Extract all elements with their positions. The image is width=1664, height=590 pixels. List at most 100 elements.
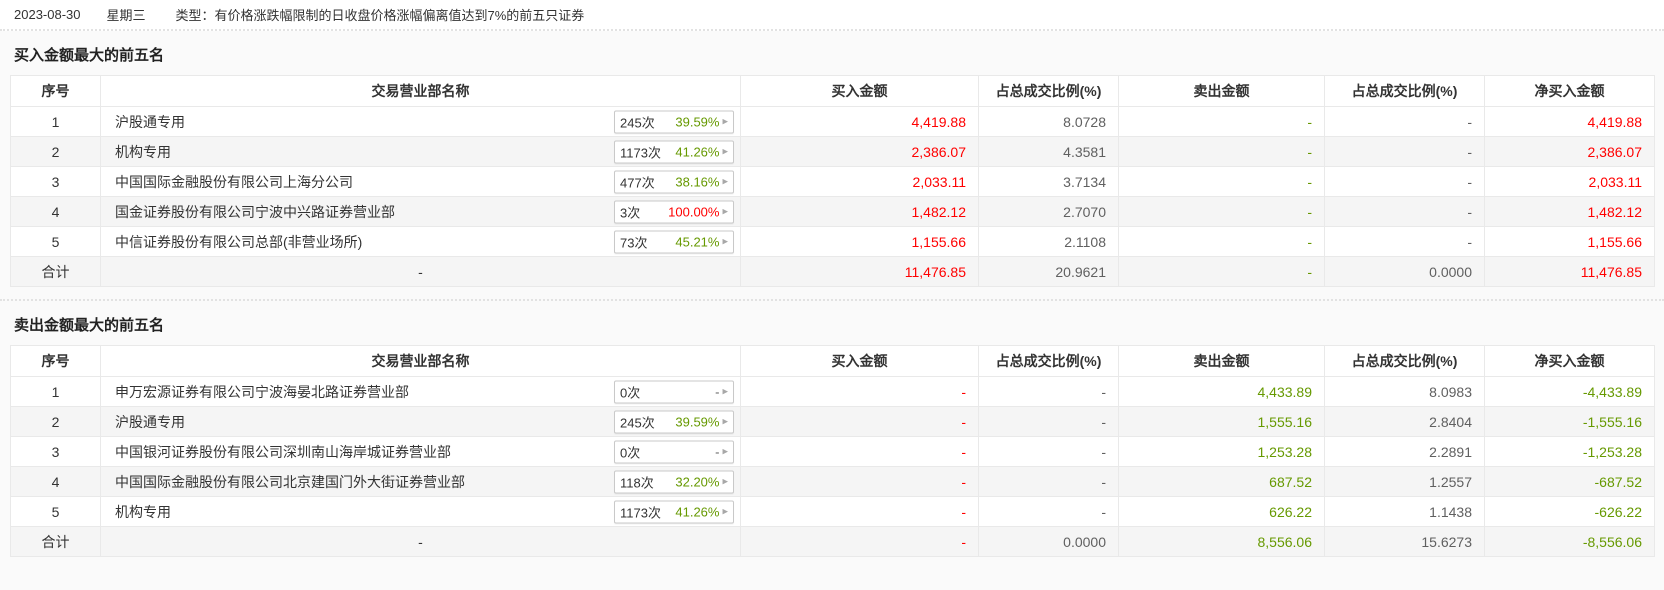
- branch-name: -: [418, 263, 423, 280]
- win-rate-percent: 100.00%: [668, 204, 720, 219]
- win-rate-percent: -: [715, 384, 720, 399]
- table-row: 5 中信证券股份有限公司总部(非营业场所) 73次 45.21% ▸ 1,155.66 2.…: [10, 226, 1655, 257]
- row-index: 3: [10, 166, 101, 197]
- branch-stats-badge[interactable]: 477次 38.16% ▸: [614, 170, 734, 193]
- branch-stats-badge[interactable]: 1173次 41.26% ▸: [614, 140, 734, 163]
- buy-amount-cell: 2,033.11: [740, 166, 979, 197]
- branch-name-cell: 中国银河证券股份有限公司深圳南山海岸城证券营业部 0次 - ▸: [100, 436, 741, 467]
- branch-name[interactable]: 申万宏源证券有限公司宁波海晏北路证券营业部: [115, 384, 409, 400]
- column-header: 交易营业部名称: [100, 345, 741, 377]
- sell-amount-cell: -: [1118, 106, 1325, 137]
- buy-ratio-cell: 2.1108: [978, 226, 1119, 257]
- branch-name[interactable]: 机构专用: [115, 144, 171, 160]
- win-rate-percent: -: [715, 444, 720, 459]
- buy-section: 买入金额最大的前五名 序号 交易营业部名称 买入金额 占总成交比例(%) 卖出金额 占总成…: [0, 31, 1664, 287]
- column-header: 净买入金额: [1484, 75, 1655, 107]
- table-row: 3 中国银河证券股份有限公司深圳南山海岸城证券营业部 0次 - ▸ - -1,253.28 2…: [10, 436, 1655, 467]
- branch-name-cell: 沪股通专用 245次 39.59% ▸: [100, 106, 741, 137]
- sell-amount-cell: 4,433.89: [1118, 376, 1325, 407]
- branch-stats-badge[interactable]: 118次 32.20% ▸: [614, 470, 734, 493]
- buy-ratio-cell: -: [978, 466, 1119, 497]
- branch-name-cell: 国金证券股份有限公司宁波中兴路证券营业部 3次 100.00% ▸: [100, 196, 741, 227]
- buy-table: 序号 交易营业部名称 买入金额 占总成交比例(%) 卖出金额 占总成交比例(%) 净买入金额…: [10, 75, 1655, 287]
- branch-stats-badge[interactable]: 245次 39.59% ▸: [614, 410, 734, 433]
- column-header: 占总成交比例(%): [978, 345, 1119, 377]
- branch-name[interactable]: 中国银河证券股份有限公司深圳南山海岸城证券营业部: [115, 444, 451, 460]
- chevron-right-icon: ▸: [722, 415, 728, 427]
- buy-ratio-cell: 4.3581: [978, 136, 1119, 167]
- chevron-right-icon: ▸: [722, 145, 728, 157]
- branch-name[interactable]: 沪股通专用: [115, 114, 185, 130]
- row-index: 4: [10, 196, 101, 227]
- sell-section-title: 卖出金额最大的前五名: [14, 317, 165, 334]
- date-text: 2023-08-30: [14, 7, 81, 22]
- sell-amount-cell: -: [1118, 196, 1325, 227]
- sell-ratio-cell: -: [1324, 106, 1485, 137]
- buy-ratio-cell: -: [978, 406, 1119, 437]
- branch-stats-badge[interactable]: 0次 - ▸: [614, 440, 734, 463]
- appearance-count: 118次: [620, 475, 654, 490]
- appearance-count: 245次: [620, 115, 655, 130]
- sell-ratio-cell: 8.0983: [1324, 376, 1485, 407]
- column-header: 交易营业部名称: [100, 75, 741, 107]
- appearance-count: 73次: [620, 235, 648, 250]
- chevron-right-icon: ▸: [722, 205, 728, 217]
- table-row: 4 国金证券股份有限公司宁波中兴路证券营业部 3次 100.00% ▸ 1,482.12 2…: [10, 196, 1655, 227]
- top-info-bar: 2023-08-30 星期三 类型：有价格涨跌幅限制的日收盘价格涨幅偏离值达到7…: [0, 0, 1664, 31]
- table-row: 1 申万宏源证券有限公司宁波海晏北路证券营业部 0次 - ▸ - -4,433.89 8.09…: [10, 376, 1655, 407]
- appearance-count: 3次: [620, 205, 641, 220]
- column-header: 卖出金额: [1118, 75, 1325, 107]
- appearance-count: 1173次: [620, 505, 661, 520]
- win-rate-percent: 32.20%: [675, 474, 720, 489]
- sell-ratio-cell: 2.8404: [1324, 406, 1485, 437]
- branch-stats-badge[interactable]: 73次 45.21% ▸: [614, 230, 734, 253]
- net-buy-cell: -1,253.28: [1484, 436, 1655, 467]
- branch-stats-badge[interactable]: 245次 39.59% ▸: [614, 110, 734, 133]
- buy-amount-cell: 1,155.66: [740, 226, 979, 257]
- branch-name[interactable]: 中国国际金融股份有限公司上海分公司: [115, 174, 353, 190]
- net-buy-cell: -4,433.89: [1484, 376, 1655, 407]
- branch-name[interactable]: 沪股通专用: [115, 414, 185, 430]
- net-buy-cell: 4,419.88: [1484, 106, 1655, 137]
- buy-amount-cell: 1,482.12: [740, 196, 979, 227]
- net-buy-cell: 1,155.66: [1484, 226, 1655, 257]
- branch-name[interactable]: 国金证券股份有限公司宁波中兴路证券营业部: [115, 204, 395, 220]
- branch-name[interactable]: 中信证券股份有限公司总部(非营业场所): [115, 234, 362, 250]
- net-buy-cell: -687.52: [1484, 466, 1655, 497]
- column-header: 买入金额: [740, 75, 979, 107]
- branch-name[interactable]: 机构专用: [115, 504, 171, 520]
- sell-section: 卖出金额最大的前五名 序号 交易营业部名称 买入金额 占总成交比例(%) 卖出金额 占总成…: [0, 299, 1664, 557]
- chevron-right-icon: ▸: [722, 505, 728, 517]
- sell-amount-cell: 1,253.28: [1118, 436, 1325, 467]
- column-header: 序号: [10, 345, 101, 377]
- sell-ratio-cell: -: [1324, 136, 1485, 167]
- buy-amount-cell: -: [740, 466, 979, 497]
- win-rate-percent: 45.21%: [675, 234, 720, 249]
- chevron-right-icon: ▸: [722, 175, 728, 187]
- appearance-count: 477次: [620, 175, 655, 190]
- chevron-right-icon: ▸: [722, 235, 728, 247]
- branch-stats-badge[interactable]: 3次 100.00% ▸: [614, 200, 734, 223]
- appearance-count: 0次: [620, 385, 641, 400]
- sell-ratio-cell: 15.6273: [1324, 526, 1485, 557]
- sell-ratio-cell: -: [1324, 226, 1485, 257]
- sell-ratio-cell: 1.1438: [1324, 496, 1485, 527]
- sell-amount-cell: 687.52: [1118, 466, 1325, 497]
- branch-name[interactable]: 中国国际金融股份有限公司北京建国门外大街证券营业部: [115, 474, 465, 490]
- branch-name: -: [418, 533, 423, 550]
- buy-amount-cell: -: [740, 376, 979, 407]
- appearance-count: 245次: [620, 415, 655, 430]
- branch-stats-badge[interactable]: 0次 - ▸: [614, 380, 734, 403]
- buy-amount-cell: 2,386.07: [740, 136, 979, 167]
- column-header: 占总成交比例(%): [978, 75, 1119, 107]
- branch-stats-badge[interactable]: 1173次 41.26% ▸: [614, 500, 734, 523]
- column-header: 序号: [10, 75, 101, 107]
- buy-amount-cell: 11,476.85: [740, 256, 979, 287]
- branch-name-cell: 中信证券股份有限公司总部(非营业场所) 73次 45.21% ▸: [100, 226, 741, 257]
- branch-name-cell: 机构专用 1173次 41.26% ▸: [100, 496, 741, 527]
- net-buy-cell: -8,556.06: [1484, 526, 1655, 557]
- row-index: 5: [10, 226, 101, 257]
- column-header: 净买入金额: [1484, 345, 1655, 377]
- branch-name-cell: 申万宏源证券有限公司宁波海晏北路证券营业部 0次 - ▸: [100, 376, 741, 407]
- win-rate-percent: 39.59%: [675, 414, 720, 429]
